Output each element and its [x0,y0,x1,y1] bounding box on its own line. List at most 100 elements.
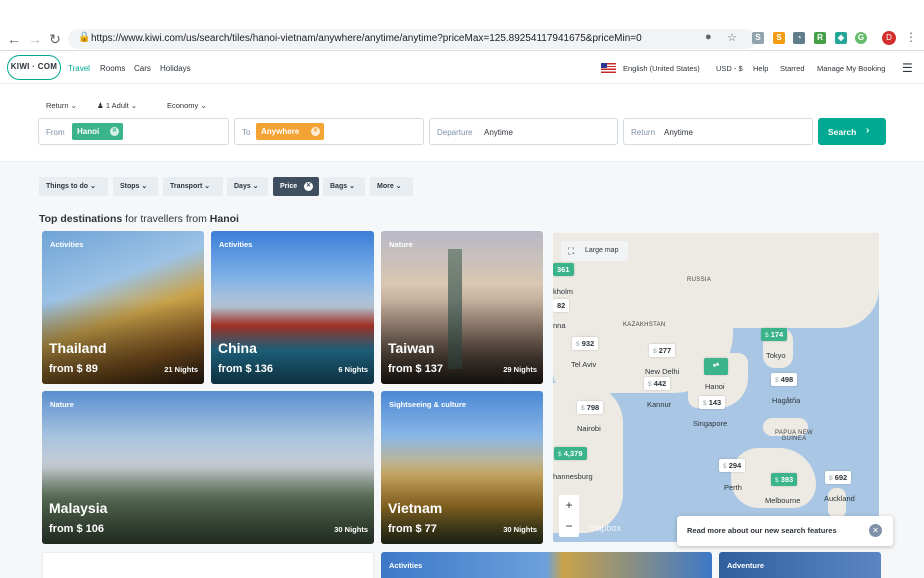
return-label: Return [631,128,656,137]
city-label: kholm [553,287,574,296]
price-marker[interactable]: $ 277 [649,344,676,357]
profile-avatar[interactable]: D [882,31,896,45]
reload-icon[interactable]: ↻ [47,31,63,48]
starred-link[interactable]: Starred [780,64,805,73]
us-flag-icon[interactable] [601,63,616,73]
from-chip[interactable]: Hanoi ✕ [72,123,123,140]
tile-price: from $ 89 [49,363,98,375]
new-features-toast[interactable]: Read more about our new search features … [677,516,893,546]
zoom-in-button[interactable]: + [559,495,579,516]
filter-label: Transport [170,183,203,190]
price-marker[interactable]: $ 932 [572,337,599,350]
extension-leaf-icon[interactable]: ◆ [835,32,847,44]
departure-value: Anytime [484,128,513,137]
tile-vietnam[interactable]: Sightseeing & culture Vietnam from $ 77 … [381,391,543,544]
large-map-label: Large map [585,247,619,254]
section-title-strong: Top destinations [39,213,123,225]
destinations-map[interactable]: ⛶ Large map RUSSIA KAZAKHSTAN PAPUA NEW … [553,233,879,542]
price-marker[interactable]: $ 4,379 [554,447,587,460]
filter-stops[interactable]: Stops ⌄ [113,177,158,196]
to-chip-text: Anywhere [261,127,300,136]
departure-field[interactable]: Departure Anytime [429,118,618,145]
price-marker[interactable]: $ 393 [771,473,798,486]
price-marker[interactable]: $ 294 [719,459,746,472]
from-field[interactable]: From Hanoi ✕ [38,118,229,145]
city-label: nna [553,321,566,330]
tile-name: China [218,340,257,356]
kiwi-logo[interactable]: KIWI · COM [7,55,61,80]
origin-marker[interactable]: ⇌ [704,358,728,375]
tile-name: Thailand [49,340,107,356]
price-marker[interactable]: $ 798 [577,401,604,414]
return-field[interactable]: Return Anytime [623,118,813,145]
to-field[interactable]: To Anywhere ✕ [234,118,424,145]
hamburger-menu-icon[interactable]: ☰ [902,61,913,75]
language-selector[interactable]: English (United States) [623,64,700,73]
price-marker[interactable]: 361 [553,263,574,276]
city-label: Hanoi [705,382,725,391]
tile-tag: Activities [219,240,253,249]
tile-placeholder [42,552,374,578]
to-chip[interactable]: Anywhere ✕ [256,123,324,140]
filter-more[interactable]: More ⌄ [370,177,413,196]
url-text[interactable]: https://www.kiwi.com/us/search/tiles/han… [91,33,642,44]
trip-type-select[interactable]: Return ⌄ [46,101,77,110]
section-title: Top destinations for travellers from Han… [39,213,239,225]
zoom-out-button[interactable]: − [559,516,579,537]
price-marker[interactable]: $ 174 [761,328,788,341]
extension-r-icon[interactable]: R [814,32,826,44]
tile-taiwan[interactable]: Nature Taiwan from $ 137 29 Nights [381,231,543,384]
help-link[interactable]: Help [753,64,768,73]
tile-tag: Adventure [727,561,765,570]
filter-transport[interactable]: Transport ⌄ [163,177,223,196]
tile-china[interactable]: Activities China from $ 136 6 Nights [211,231,374,384]
remove-chip-icon[interactable]: ✕ [110,127,119,136]
tile-thailand[interactable]: Activities Thailand from $ 89 21 Nights [42,231,204,384]
tile-malaysia[interactable]: Nature Malaysia from $ 106 30 Nights [42,391,374,544]
price-marker[interactable]: $ 442 [644,377,671,390]
search-button[interactable]: Search › [818,118,886,145]
nav-cars[interactable]: Cars [134,64,151,73]
price-marker[interactable]: $ 143 [699,396,726,409]
back-arrow-icon[interactable]: ← [6,31,22,47]
city-label: Perth [724,483,742,492]
search-panel: Return ⌄ ♟ 1 Adult ⌄ Economy ⌄ From Hano… [0,84,924,162]
tile-nights: 6 Nights [338,365,368,374]
filter-price[interactable]: Price ✕ [273,177,319,196]
tile-adventure-bottom[interactable]: Adventure [719,552,881,578]
tile-tag: Nature [389,240,413,249]
nav-travel[interactable]: Travel [68,64,90,73]
remove-chip-icon[interactable]: ✕ [311,127,320,136]
star-icon[interactable]: ☆ [727,31,737,44]
cabin-select[interactable]: Economy ⌄ [167,101,207,110]
clear-filter-icon[interactable]: ✕ [304,182,313,191]
tile-activities-bottom[interactable]: Activities [381,552,712,578]
price-marker[interactable]: $ 498 [771,373,798,386]
filter-days[interactable]: Days ⌄ [227,177,268,196]
price-marker[interactable]: 82 [553,299,570,312]
filter-label: Price [280,183,298,190]
manage-booking-link[interactable]: Manage My Booking [817,64,885,73]
tile-price: from $ 106 [49,523,105,535]
currency-selector[interactable]: USD - $ [716,64,743,73]
filter-label: Stops [120,183,140,190]
close-icon[interactable]: ✕ [869,524,882,537]
zoom-control: + − [559,495,579,537]
lock-icon: 🔒 [78,32,91,43]
forward-arrow-icon[interactable]: → [27,31,43,47]
passengers-select[interactable]: ♟ 1 Adult ⌄ [97,101,137,110]
extension-gauge-icon[interactable]: ◔ [793,32,805,44]
extension-orange-icon[interactable]: S [773,32,785,44]
extension-skype-icon[interactable]: S [752,32,764,44]
tile-nights: 21 Nights [164,365,198,374]
nav-rooms[interactable]: Rooms [100,64,125,73]
nav-holidays[interactable]: Holidays [160,64,191,73]
large-map-button[interactable]: ⛶ Large map [561,241,628,261]
translate-icon[interactable]: ● [705,31,712,43]
filter-bags[interactable]: Bags ⌄ [323,177,365,196]
tile-price: from $ 137 [388,363,444,375]
price-marker[interactable]: $ 692 [825,471,852,484]
filter-things-to-do[interactable]: Things to do ⌄ [39,177,108,196]
browser-menu-icon[interactable]: ⋮ [905,30,917,44]
extension-grammarly-icon[interactable]: G [855,32,867,44]
